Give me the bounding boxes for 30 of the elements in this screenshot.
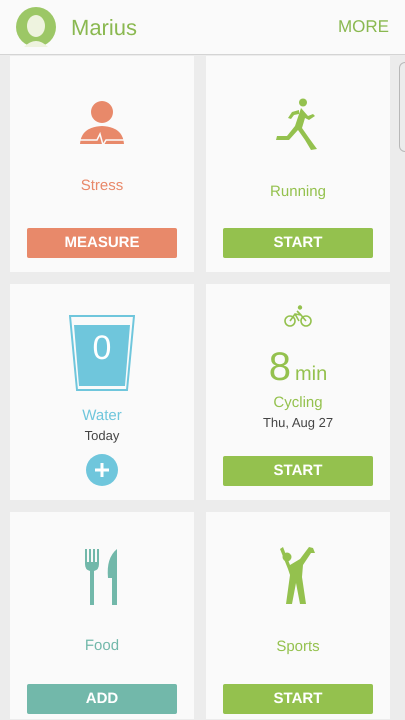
duration-unit: min [295,364,328,384]
fork-knife-icon [84,548,120,606]
avatar-icon[interactable] [16,7,56,47]
action-button[interactable]: ADD [27,684,177,714]
water-card[interactable]: 0 Water Today [10,284,194,500]
food-card[interactable]: Food ADD [10,512,194,719]
cycling-card[interactable]: 8 min Cycling Thu, Aug 27 START [206,284,390,500]
action-button[interactable]: START [223,228,373,258]
card-title: Sports [276,637,320,657]
sports-card[interactable]: Sports START [206,512,390,719]
user-name: Marius [71,14,138,42]
action-button[interactable]: MEASURE [27,228,177,258]
action-button[interactable]: START [223,456,373,486]
glass-count: 0 [92,331,112,365]
card-title: Food [84,636,120,656]
bicycle-icon [284,305,312,327]
card-title: Water [82,406,122,426]
more-button[interactable]: MORE [338,14,389,40]
card-title: Cycling [273,393,323,413]
stress-card[interactable]: Stress MEASURE [10,56,194,272]
running-card[interactable]: Running START [206,56,390,272]
add-water-button[interactable] [86,454,118,486]
card-subtitle: Thu, Aug 27 [262,414,334,432]
card-subtitle: Today [84,427,120,446]
action-button[interactable]: START [223,684,373,714]
card-title: Running [270,182,326,202]
person-pulse-icon [79,100,125,146]
card-title: Stress [80,176,124,196]
duration-value: 8 [268,347,291,387]
plus-icon [94,462,110,478]
